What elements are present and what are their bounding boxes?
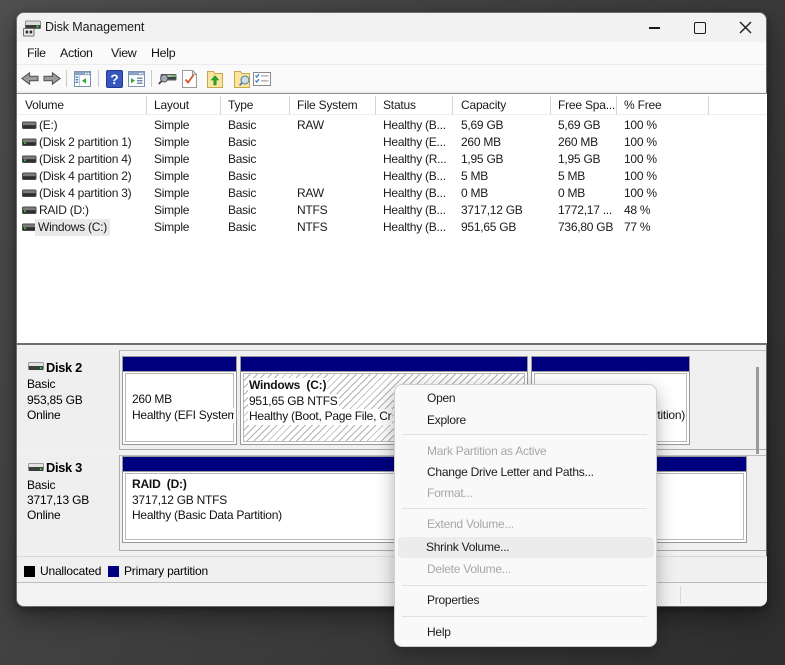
svg-text:?: ? (110, 72, 118, 87)
